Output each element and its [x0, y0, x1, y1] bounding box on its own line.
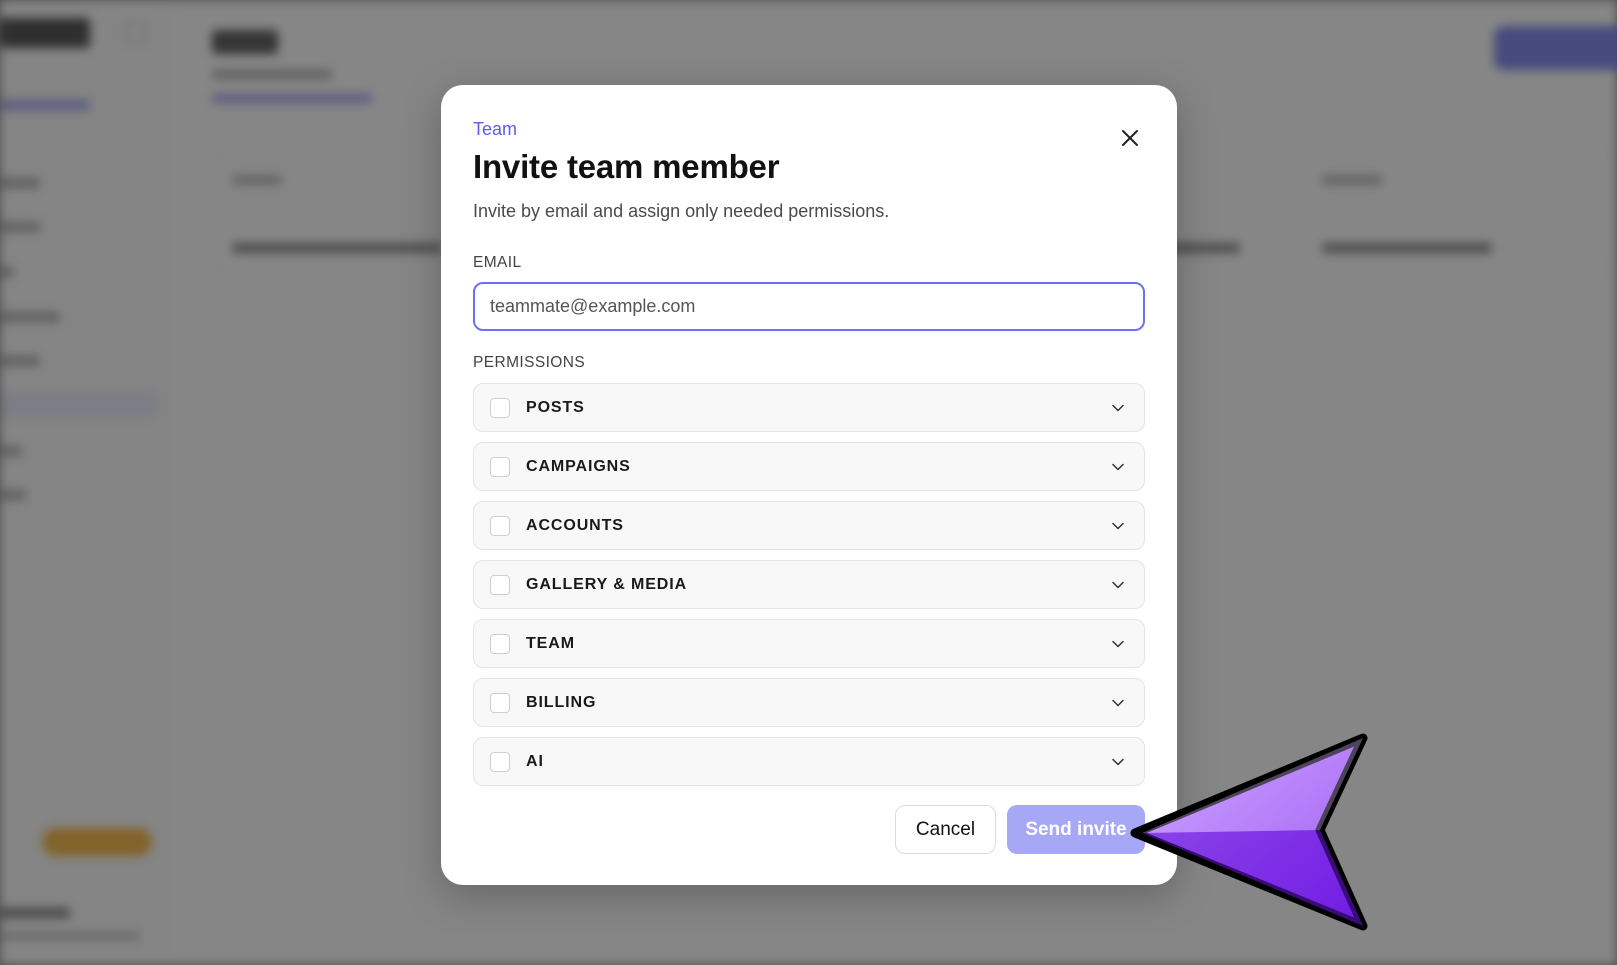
close-icon	[1122, 130, 1138, 146]
permission-checkbox[interactable]	[490, 397, 510, 418]
permission-team[interactable]: TEAM	[473, 619, 1145, 668]
email-input[interactable]	[473, 282, 1145, 331]
chevron-down-icon[interactable]	[1108, 457, 1128, 477]
permission-label: TEAM	[526, 634, 575, 652]
permission-checkbox[interactable]	[490, 574, 510, 595]
permission-gallery-media[interactable]: GALLERY & MEDIA	[473, 560, 1145, 609]
chevron-down-icon[interactable]	[1108, 693, 1128, 713]
permission-accounts[interactable]: ACCOUNTS	[473, 501, 1145, 550]
email-label: EMAIL	[473, 254, 522, 271]
permission-label: CAMPAIGNS	[526, 457, 631, 475]
chevron-down-icon[interactable]	[1108, 752, 1128, 772]
permission-checkbox[interactable]	[490, 456, 510, 477]
chevron-down-icon[interactable]	[1108, 516, 1128, 536]
permission-posts[interactable]: POSTS	[473, 383, 1145, 432]
permission-label: AI	[526, 752, 544, 770]
permission-label: GALLERY & MEDIA	[526, 575, 688, 593]
permissions-label: PERMISSIONS	[473, 354, 586, 371]
cancel-button[interactable]: Cancel	[895, 805, 996, 854]
permission-label: ACCOUNTS	[526, 516, 624, 534]
chevron-down-icon[interactable]	[1108, 575, 1128, 595]
modal-title: Invite team member	[473, 148, 780, 185]
chevron-down-icon[interactable]	[1108, 398, 1128, 418]
permission-label: POSTS	[526, 398, 585, 416]
permission-checkbox[interactable]	[490, 633, 510, 654]
permission-label: BILLING	[526, 693, 597, 711]
permissions-list: POSTS CAMPAIGNS ACCOUNTS GALLERY & MEDIA	[473, 383, 1145, 786]
permission-campaigns[interactable]: CAMPAIGNS	[473, 442, 1145, 491]
chevron-down-icon[interactable]	[1108, 634, 1128, 654]
permission-checkbox[interactable]	[490, 751, 510, 772]
permission-billing[interactable]: BILLING	[473, 678, 1145, 727]
modal-description: Invite by email and assign only needed p…	[473, 201, 890, 221]
permission-ai[interactable]: AI	[473, 737, 1145, 786]
permission-checkbox[interactable]	[490, 515, 510, 536]
close-button[interactable]	[1115, 123, 1145, 153]
permission-checkbox[interactable]	[490, 692, 510, 713]
modal-eyebrow: Team	[473, 119, 518, 139]
invite-modal: Team Invite team member Invite by email …	[441, 85, 1177, 885]
modal-actions: Cancel Send invite	[895, 805, 1145, 854]
send-invite-button[interactable]: Send invite	[1007, 805, 1145, 854]
